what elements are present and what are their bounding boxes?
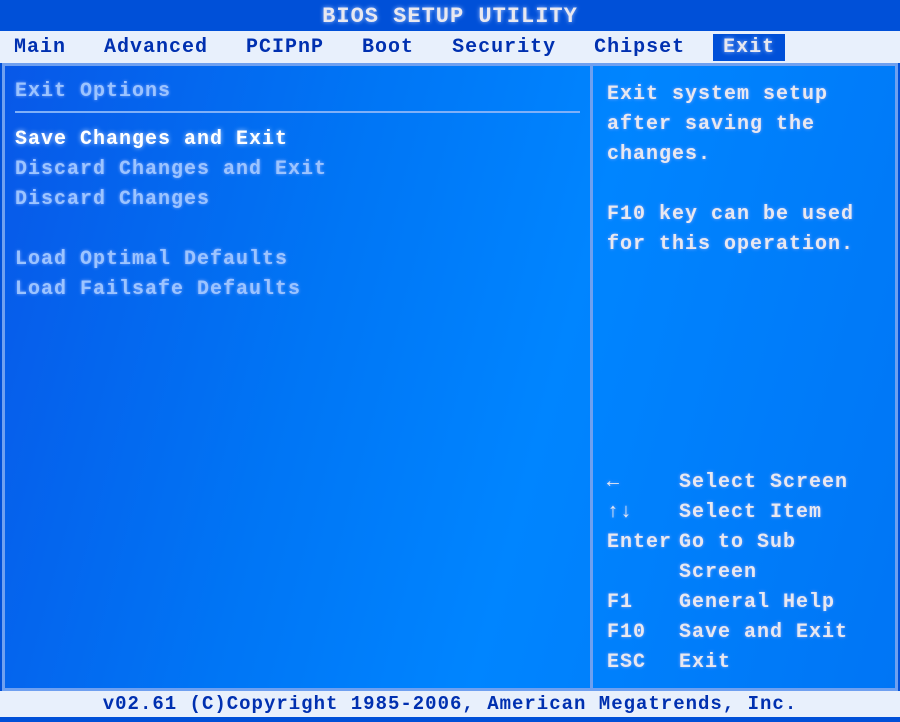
key-hint-f10: F10 Save and Exit (607, 618, 881, 648)
key-hint-f1: F1 General Help (607, 588, 881, 618)
key-label: F1 (607, 588, 679, 618)
help-line: changes. (607, 140, 881, 170)
right-pane: Exit system setup after saving the chang… (593, 63, 895, 688)
footer-copyright: v02.61 (C)Copyright 1985-2006, American … (0, 691, 900, 717)
help-line: Exit system setup (607, 80, 881, 110)
menu-discard-changes[interactable]: Discard Changes (15, 185, 580, 215)
help-line: after saving the (607, 110, 881, 140)
key-label: ESC (607, 648, 679, 678)
key-hint-esc: ESC Exit (607, 648, 881, 678)
key-hint-select-item: ↑↓ Select Item (607, 498, 881, 528)
title-bar: BIOS SETUP UTILITY (0, 0, 900, 31)
main-area: Exit Options Save Changes and Exit Disca… (2, 63, 898, 691)
divider (15, 111, 580, 113)
menu-load-optimal-defaults[interactable]: Load Optimal Defaults (15, 245, 580, 275)
help-gap (607, 170, 881, 200)
left-pane: Exit Options Save Changes and Exit Disca… (5, 63, 593, 688)
menu-save-changes-and-exit[interactable]: Save Changes and Exit (15, 125, 580, 155)
tab-chipset[interactable]: Chipset (584, 34, 695, 61)
key-hint-enter: Enter Go to Sub Screen (607, 528, 881, 588)
section-header: Exit Options (15, 80, 580, 103)
tab-row: Main Advanced PCIPnP Boot Security Chips… (0, 31, 900, 63)
key-desc: Select Screen (679, 468, 881, 498)
tab-exit[interactable]: Exit (713, 34, 785, 61)
help-text: Exit system setup after saving the chang… (607, 80, 881, 260)
menu-discard-changes-and-exit[interactable]: Discard Changes and Exit (15, 155, 580, 185)
menu-gap (15, 215, 580, 245)
tab-advanced[interactable]: Advanced (94, 34, 218, 61)
up-down-arrow-icon: ↑↓ (607, 498, 679, 528)
left-arrow-icon: ← (607, 468, 679, 498)
tab-main[interactable]: Main (4, 34, 76, 61)
key-hint-select-screen: ← Select Screen (607, 468, 881, 498)
key-desc: Select Item (679, 498, 881, 528)
tab-boot[interactable]: Boot (352, 34, 424, 61)
key-label: F10 (607, 618, 679, 648)
tab-security[interactable]: Security (442, 34, 566, 61)
key-hint-list: ← Select Screen ↑↓ Select Item Enter Go … (607, 468, 881, 678)
menu-load-failsafe-defaults[interactable]: Load Failsafe Defaults (15, 275, 580, 305)
key-label: Enter (607, 528, 679, 588)
key-desc: Go to Sub Screen (679, 528, 881, 588)
help-line: for this operation. (607, 230, 881, 260)
key-desc: Exit (679, 648, 881, 678)
help-line: F10 key can be used (607, 200, 881, 230)
key-desc: General Help (679, 588, 881, 618)
key-desc: Save and Exit (679, 618, 881, 648)
tab-pcipnp[interactable]: PCIPnP (236, 34, 334, 61)
